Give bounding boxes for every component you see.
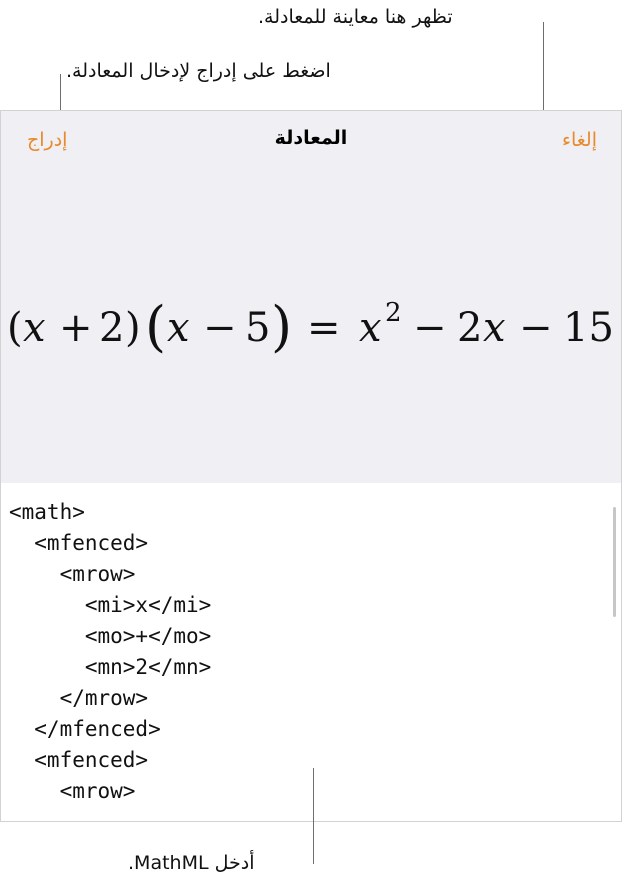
eq-var-x: x	[359, 305, 382, 351]
mathml-callout-line	[313, 768, 314, 864]
code-line: <mrow>	[9, 562, 136, 586]
insert-callout: اضغط على إدراج لإدخال المعادلة.	[66, 60, 331, 82]
eq-var-x: x	[23, 305, 46, 351]
eq-equals: =	[307, 305, 341, 351]
dialog-title: المعادلة	[274, 127, 348, 149]
eq-coefficient: 2	[457, 305, 482, 351]
eq-left-paren-large: (	[145, 295, 166, 358]
editor-scrollbar[interactable]	[613, 507, 616, 617]
eq-minus: −	[203, 305, 237, 351]
code-line: </mfenced>	[9, 717, 161, 741]
cancel-button[interactable]: إلغاء	[562, 129, 597, 151]
eq-right-paren-large: )	[271, 295, 292, 358]
mathml-editor[interactable]: <math> <mfenced> <mrow> <mi>x</mi> <mo>+…	[1, 483, 621, 821]
eq-var-x: x	[483, 305, 506, 351]
eq-left-paren: (	[7, 305, 23, 351]
preview-callout: تظهر هنا معاينة للمعادلة.	[258, 6, 453, 28]
eq-exponent: 2	[385, 298, 402, 328]
mathml-code[interactable]: <math> <mfenced> <mrow> <mi>x</mi> <mo>+…	[9, 497, 211, 807]
code-line: <mrow>	[9, 779, 136, 803]
code-line: <mo>+</mo>	[9, 624, 212, 648]
eq-var-x: x	[167, 305, 190, 351]
mathml-callout: أدخل MathML.	[128, 852, 255, 874]
code-line: <mfenced>	[9, 531, 149, 555]
equation-dialog: إدراج المعادلة إلغاء ( x + 2 ) ( x − 5 )…	[0, 110, 622, 822]
eq-plus: +	[59, 305, 93, 351]
eq-right-paren: )	[125, 305, 141, 351]
eq-number-5: 5	[245, 305, 270, 351]
code-line: <mi>x</mi>	[9, 593, 212, 617]
eq-constant: 15	[563, 305, 614, 351]
eq-minus: −	[413, 305, 447, 351]
code-line: <mfenced>	[9, 748, 149, 772]
equation-preview: ( x + 2 ) ( x − 5 ) = x 2 − 2 x − 15	[1, 291, 621, 371]
preview-area: إدراج المعادلة إلغاء ( x + 2 ) ( x − 5 )…	[1, 111, 621, 483]
eq-number-2: 2	[99, 305, 124, 351]
code-line: <math>	[9, 500, 85, 524]
eq-minus: −	[519, 305, 553, 351]
code-line: </mrow>	[9, 686, 149, 710]
code-line: <mn>2</mn>	[9, 655, 212, 679]
